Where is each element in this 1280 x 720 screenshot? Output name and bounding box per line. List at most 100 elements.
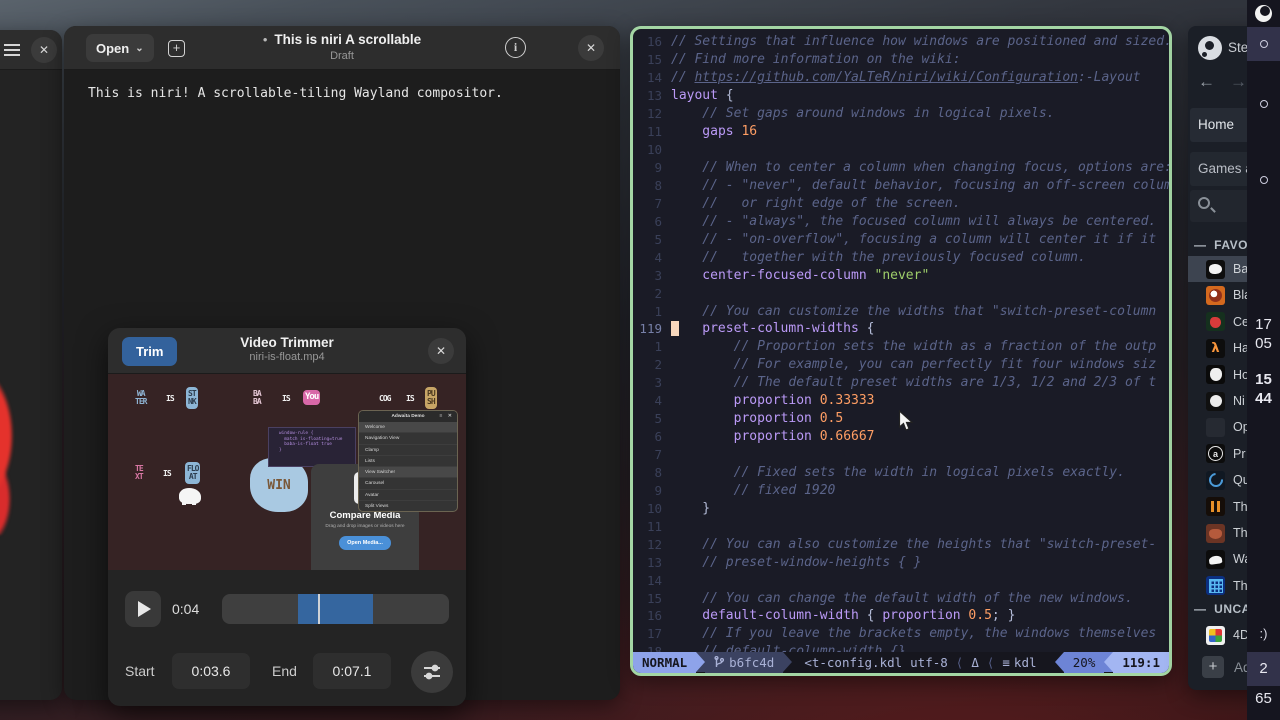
code-line[interactable]: 4 proportion 0.33333 (633, 392, 1169, 410)
code-line[interactable]: 119 preset-column-widths { (633, 320, 1169, 338)
code-text: // Settings that influence how windows a… (671, 34, 1169, 49)
line-number: 3 (633, 268, 671, 283)
left-partial-window[interactable]: ✕ (0, 30, 62, 700)
code-lines[interactable]: 16 // Settings that influence how windows… (633, 33, 1169, 661)
code-text: // preset-window-heights { } (671, 555, 921, 570)
close-icon[interactable]: ✕ (428, 338, 454, 364)
token: // Find more information on the wiki: (671, 52, 961, 67)
close-icon[interactable]: ✕ (31, 37, 57, 63)
code-line[interactable]: 1 // You can customize the widths that "… (633, 302, 1169, 320)
clock-primary: 1705 (1247, 316, 1280, 353)
play-button[interactable] (125, 591, 161, 627)
file-encoding: utf-8 (910, 655, 948, 670)
line-number: 2 (633, 286, 671, 301)
code-line[interactable]: 8 // Fixed sets the width in logical pix… (633, 464, 1169, 482)
plus-icon: + (1202, 656, 1224, 678)
code-line[interactable]: 17 // If you leave the brackets empty, t… (633, 625, 1169, 643)
menu-icon[interactable] (4, 44, 20, 56)
workspace-number[interactable]: 2 (1247, 652, 1280, 686)
line-number: 12 (633, 537, 671, 552)
timeline-track[interactable] (222, 594, 449, 624)
playhead[interactable] (318, 594, 320, 624)
code-line[interactable]: 15// Find more information on the wiki: (633, 51, 1169, 69)
is-word-4: IS (163, 470, 171, 478)
code-text: // fixed 1920 (671, 483, 835, 498)
search-icon (1198, 197, 1210, 209)
line-number: 6 (633, 429, 671, 444)
token: } (671, 501, 710, 516)
dot-icon (1260, 176, 1268, 184)
code-line[interactable]: 1 // Proportion sets the width as a frac… (633, 338, 1169, 356)
code-line[interactable]: 7 (633, 446, 1169, 464)
code-line[interactable]: 9 // When to center a column when changi… (633, 159, 1169, 177)
video-trimmer-window[interactable]: Trim Video Trimmer niri-is-float.mp4 ✕ W… (108, 328, 466, 706)
code-line[interactable]: 15 // You can change the default width o… (633, 589, 1169, 607)
code-line[interactable]: 10 } (633, 499, 1169, 517)
workspace-dot[interactable] (1247, 163, 1280, 197)
game-icon-blas (1206, 286, 1225, 305)
code-line[interactable]: 13 // preset-window-heights { } (633, 553, 1169, 571)
end-time-field[interactable]: 0:07.1 (313, 653, 391, 689)
close-icon[interactable]: ✕ (578, 35, 604, 61)
helix-editor-window[interactable]: 16 // Settings that influence how windows… (630, 26, 1172, 676)
start-time-field[interactable]: 0:03.6 (172, 653, 250, 689)
code-line[interactable]: 10 (633, 141, 1169, 159)
code-line[interactable]: 5 // - "on-overflow", focusing a column … (633, 230, 1169, 248)
code-line[interactable]: 3 center-focused-column "never" (633, 266, 1169, 284)
workspace-dot[interactable] (1247, 27, 1280, 61)
adwaita-list-item: Carousel (359, 478, 457, 489)
workspace-dot[interactable] (1247, 87, 1280, 121)
powerline-separator (1055, 652, 1064, 672)
back-arrow-icon[interactable]: ← (1198, 72, 1215, 92)
trim-selection[interactable] (298, 594, 373, 624)
token: // When to center a column when changing… (671, 160, 1169, 175)
game-label: Ni (1233, 394, 1245, 408)
adjust-settings-icon[interactable] (411, 651, 453, 693)
code-line[interactable]: 14 (633, 571, 1169, 589)
code-line[interactable]: 12 // Set gaps around windows in logical… (633, 105, 1169, 123)
scroll-percent: 20% (1064, 652, 1105, 673)
token: // preset-window-heights { } (671, 555, 921, 570)
code-text: // When to center a column when changing… (671, 160, 1169, 175)
adwaita-demo-list: WelcomeNavigation ViewClampListsView Swi… (359, 422, 457, 512)
token: 16 (734, 124, 757, 139)
code-line[interactable]: 16 default-column-width { proportion 0.5… (633, 607, 1169, 625)
moon-icon[interactable] (1255, 5, 1272, 22)
code-line[interactable]: 2 (633, 284, 1169, 302)
mode-indicator: NORMAL (633, 652, 696, 673)
code-line[interactable]: 11 (633, 517, 1169, 535)
game-icon-hl: λ (1206, 339, 1225, 358)
token: { (859, 321, 875, 336)
language-indicator: kdl (1014, 655, 1037, 670)
adwaita-list-item: Navigation View (359, 433, 457, 444)
code-line[interactable]: 6 // - "always", the focused column will… (633, 212, 1169, 230)
code-line[interactable]: 8 // - "never", default behavior, focusi… (633, 177, 1169, 195)
line-number: 9 (633, 483, 671, 498)
info-icon[interactable]: i (505, 37, 526, 58)
game-icon-baba (1206, 260, 1225, 279)
token: // You can customize the widths that "sw… (671, 304, 1156, 319)
code-line[interactable]: 12 // You can also customize the heights… (633, 535, 1169, 553)
unsaved-indicator-dot: • (263, 32, 268, 47)
code-line[interactable]: 3 // The default preset widths are 1/3, … (633, 374, 1169, 392)
adwaita-list-item: Clamp (359, 445, 457, 456)
code-line[interactable]: 4 // together with the previously focuse… (633, 248, 1169, 266)
is-word-3: IS (406, 395, 414, 403)
code-line[interactable]: 16// Settings that influence how windows… (633, 33, 1169, 51)
video-preview[interactable]: WA TERISST NKBA BAISYouCOGISPU SHTE XTIS… (108, 374, 466, 570)
token: // - "never", default behavior, focusing… (671, 178, 1169, 193)
game-icon-fox (1206, 524, 1225, 543)
code-line[interactable]: 11 gaps 16 (633, 123, 1169, 141)
line-number: 5 (633, 411, 671, 426)
forward-arrow-icon[interactable]: → (1230, 72, 1247, 92)
code-line[interactable]: 9 // fixed 1920 (633, 481, 1169, 499)
powerline-separator (1104, 652, 1113, 672)
line-number: 8 (633, 465, 671, 480)
code-text: gaps 16 (671, 124, 757, 139)
line-number: 4 (633, 393, 671, 408)
code-line[interactable]: 7 // or right edge of the screen. (633, 194, 1169, 212)
code-line[interactable]: 2 // For example, you can perfectly fit … (633, 356, 1169, 374)
code-line[interactable]: 13layout { (633, 87, 1169, 105)
code-line[interactable]: 14// https://github.com/YaLTeR/niri/wiki… (633, 69, 1169, 87)
editor-text-content[interactable]: This is niri! A scrollable-tiling Waylan… (88, 86, 503, 101)
